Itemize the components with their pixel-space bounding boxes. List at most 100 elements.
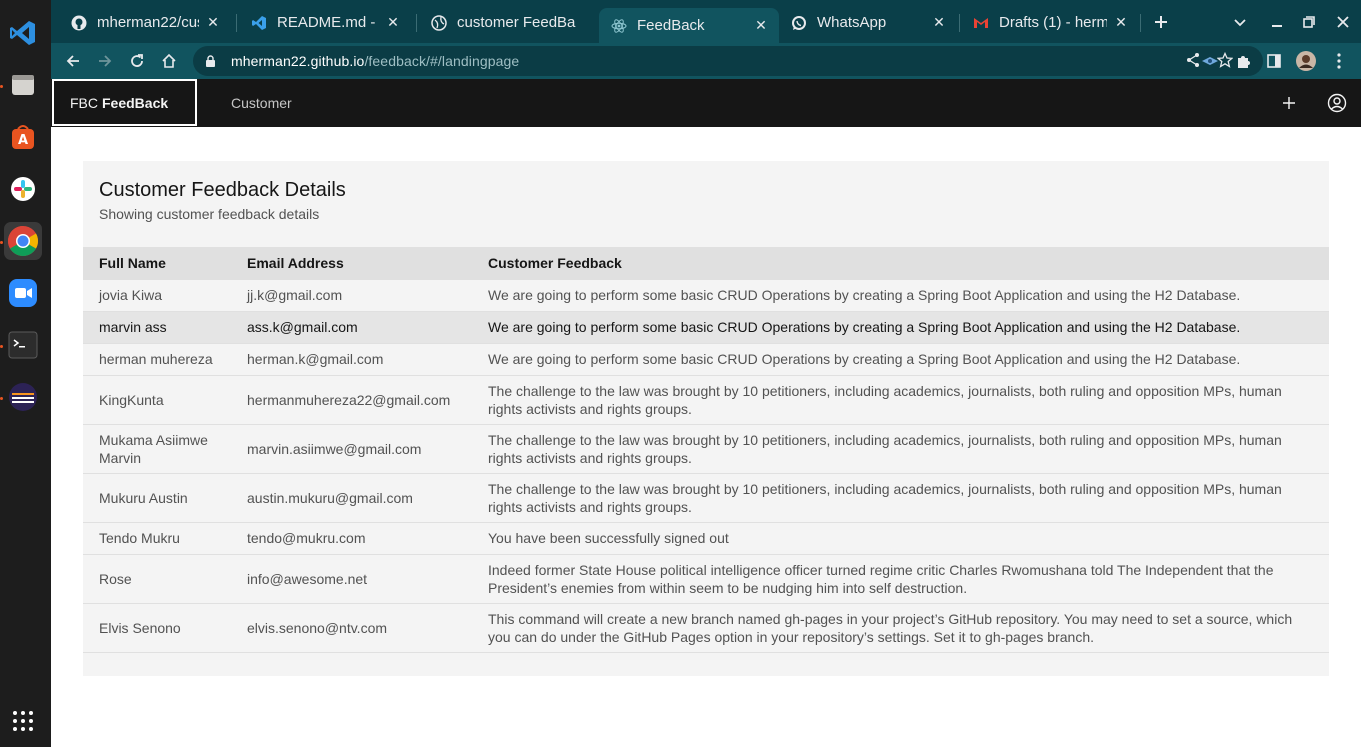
close-icon[interactable]: ✕ [753, 17, 769, 34]
running-indicator [0, 345, 3, 348]
svg-text:A: A [18, 133, 28, 148]
user-avatar-icon[interactable] [1326, 92, 1348, 114]
eclipse-icon[interactable] [4, 378, 42, 416]
vscode-icon [251, 15, 267, 31]
react-icon [611, 18, 627, 34]
cell-full-name: Rose [83, 553, 231, 603]
tab-readme[interactable]: README.md - KT ✕ [239, 8, 411, 37]
cell-email: tendo@mukru.com [231, 521, 472, 554]
browser-toolbar: mherman22.github.io/feedback/#/landingpa… [51, 43, 1361, 79]
side-panel-icon[interactable] [1263, 50, 1285, 72]
table-row[interactable]: Mukama Asiimwe Marvin marvin.asiimwe@gma… [83, 423, 1329, 473]
cell-email: austin.mukuru@gmail.com [231, 472, 472, 522]
cell-full-name: herman muhereza [83, 342, 231, 375]
running-indicator [0, 397, 3, 400]
software-center-icon[interactable]: A [4, 118, 42, 156]
address-bar[interactable]: mherman22.github.io/feedback/#/landingpa… [193, 46, 1263, 76]
chrome-icon[interactable] [4, 222, 42, 260]
column-header-email[interactable]: Email Address [231, 247, 472, 279]
column-header-full-name[interactable]: Full Name [83, 247, 231, 279]
column-header-feedback[interactable]: Customer Feedback [472, 247, 1329, 279]
cell-feedback: The challenge to the law was brought by … [472, 423, 1329, 473]
cell-feedback: Indeed former State House political inte… [472, 553, 1329, 603]
page-title: Customer Feedback Details [99, 179, 346, 201]
home-icon[interactable] [158, 50, 180, 72]
cell-full-name: Elvis Senono [83, 602, 231, 653]
restore-icon[interactable] [1298, 11, 1320, 33]
cell-feedback: The challenge to the law was brought by … [472, 472, 1329, 522]
tab-whatsapp[interactable]: WhatsApp ✕ [779, 8, 957, 37]
cell-feedback: The challenge to the law was brought by … [472, 374, 1329, 424]
close-icon[interactable]: ✕ [931, 14, 947, 31]
table-row[interactable]: jovia Kiwa jj.k@gmail.com We are going t… [83, 278, 1329, 311]
whatsapp-icon [791, 15, 807, 31]
close-icon[interactable]: ✕ [1113, 14, 1129, 31]
close-icon[interactable]: ✕ [205, 14, 221, 31]
url-host: mherman22.github.io [231, 53, 365, 69]
feedback-table: Full Name Email Address Customer Feedbac… [83, 247, 1329, 653]
table-row[interactable]: Mukuru Austin austin.mukuru@gmail.com Th… [83, 472, 1329, 522]
globe-icon [431, 14, 447, 31]
table-row[interactable]: marvin ass ass.k@gmail.com We are going … [83, 310, 1329, 343]
tab-feedback-active[interactable]: FeedBack ✕ [599, 8, 779, 43]
cell-email: jj.k@gmail.com [231, 278, 472, 311]
cell-email: herman.k@gmail.com [231, 342, 472, 375]
tab-gmail[interactable]: Drafts (1) - herma ✕ [961, 8, 1139, 37]
show-apps-icon[interactable] [4, 702, 42, 740]
url-path: /feedback/#/landingpage [364, 53, 520, 69]
cell-full-name: KingKunta [83, 374, 231, 424]
cell-email: marvin.asiimwe@gmail.com [231, 423, 472, 473]
table-row[interactable]: herman muhereza herman.k@gmail.com We ar… [83, 342, 1329, 375]
table-row[interactable]: Elvis Senono elvis.senono@ntv.com This c… [83, 602, 1329, 653]
cell-email: info@awesome.net [231, 553, 472, 603]
cell-feedback: We are going to perform some basic CRUD … [472, 278, 1329, 311]
reload-icon[interactable] [126, 50, 148, 72]
cell-feedback: You have been successfully signed out [472, 521, 1329, 554]
gmail-icon [973, 15, 989, 31]
tab-customer-feedback[interactable]: customer FeedBa [419, 8, 597, 37]
close-window-icon[interactable] [1332, 11, 1354, 33]
cell-feedback: This command will create a new branch na… [472, 602, 1329, 653]
cell-email: hermanmuhereza22@gmail.com [231, 374, 472, 424]
cell-full-name: Mukuru Austin [83, 472, 231, 522]
tab-github[interactable]: mherman22/cust ✕ [59, 8, 231, 37]
tab-title: customer FeedBa [457, 14, 576, 31]
page-content: Customer Feedback Details Showing custom… [51, 127, 1361, 747]
table-row[interactable]: KingKunta hermanmuhereza22@gmail.com The… [83, 374, 1329, 424]
brand-prefix: FBC [70, 94, 98, 111]
new-tab-icon[interactable] [1150, 11, 1172, 33]
tab-title: Drafts (1) - herma [999, 14, 1107, 31]
back-icon[interactable] [62, 50, 84, 72]
forward-icon[interactable] [94, 50, 116, 72]
extensions-puzzle-icon[interactable] [1232, 50, 1254, 72]
lock-icon[interactable] [205, 54, 219, 68]
tab-search-chevron-down-icon[interactable] [1229, 11, 1251, 33]
table-row[interactable]: Rose info@awesome.net Indeed former Stat… [83, 553, 1329, 603]
cell-email: elvis.senono@ntv.com [231, 602, 472, 653]
extension-vpn-icon[interactable] [1199, 50, 1221, 72]
brand-name: FeedBack [102, 94, 169, 111]
cell-full-name: jovia Kiwa [83, 278, 231, 311]
browser-tab-strip: mherman22/cust ✕ README.md - KT ✕ custom… [51, 0, 1361, 43]
app-header: FBC FeedBack Customer [51, 79, 1361, 127]
url-text: mherman22.github.io/feedback/#/landingpa… [231, 53, 519, 69]
ubuntu-dock: A [0, 0, 51, 747]
cell-full-name: Mukama Asiimwe Marvin [83, 423, 231, 473]
more-menu-icon[interactable] [1328, 50, 1350, 72]
feedback-table-panel: Customer Feedback Details Showing custom… [83, 161, 1329, 676]
minimize-icon[interactable] [1266, 11, 1288, 33]
slack-icon[interactable] [4, 170, 42, 208]
close-icon[interactable]: ✕ [385, 14, 401, 31]
add-icon[interactable] [1278, 92, 1300, 114]
terminal-icon[interactable] [4, 326, 42, 364]
profile-avatar-icon[interactable] [1295, 50, 1317, 72]
tab-title: mherman22/cust [97, 14, 199, 31]
nav-item-customer[interactable]: Customer [213, 79, 310, 127]
brand-link[interactable]: FBC FeedBack [52, 79, 197, 126]
files-icon[interactable] [4, 66, 42, 104]
vscode-icon[interactable] [4, 14, 42, 52]
cell-full-name: marvin ass [83, 310, 231, 343]
table-row[interactable]: Tendo Mukru tendo@mukru.com You have bee… [83, 521, 1329, 554]
zoom-icon[interactable] [4, 274, 42, 312]
table-header-row: Full Name Email Address Customer Feedbac… [83, 247, 1329, 279]
